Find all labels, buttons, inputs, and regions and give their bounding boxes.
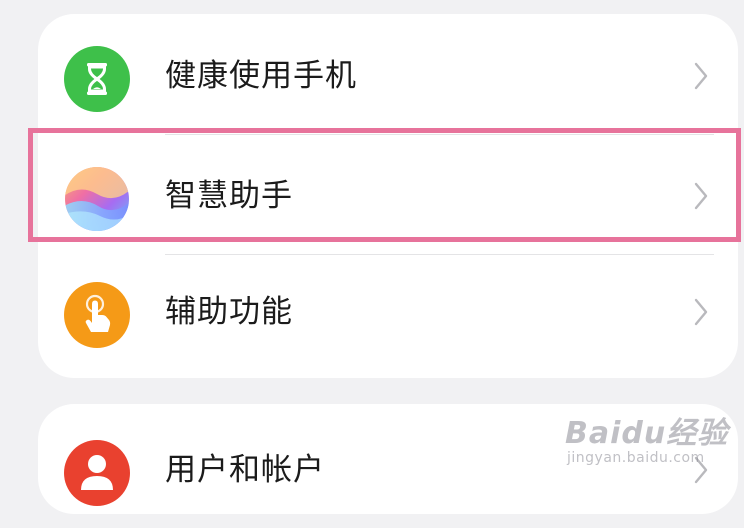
settings-item-label: 健康使用手机: [165, 58, 357, 94]
chevron-right-icon: [694, 62, 708, 90]
gradient-orb-icon: [64, 166, 130, 232]
hand-tap-icon: [64, 282, 130, 348]
hourglass-icon: [64, 46, 130, 112]
settings-item-label: 辅助功能: [165, 294, 293, 330]
settings-item-label: 智慧助手: [165, 178, 293, 214]
settings-group-1: 健康使用手机 智慧助手 辅助功能: [38, 14, 738, 378]
chevron-right-icon: [694, 298, 708, 326]
chevron-right-icon: [694, 456, 708, 484]
chevron-right-icon: [694, 182, 708, 210]
settings-item-smart-assistant[interactable]: 智慧助手: [38, 138, 738, 254]
settings-item-label: 用户和帐户: [165, 452, 325, 488]
settings-group-2: 用户和帐户: [38, 404, 738, 514]
settings-item-users-accounts[interactable]: 用户和帐户: [38, 412, 738, 528]
divider: [165, 134, 714, 135]
settings-item-accessibility[interactable]: 辅助功能: [38, 254, 738, 370]
settings-item-healthy-phone-use[interactable]: 健康使用手机: [38, 18, 738, 134]
user-icon: [64, 440, 130, 506]
